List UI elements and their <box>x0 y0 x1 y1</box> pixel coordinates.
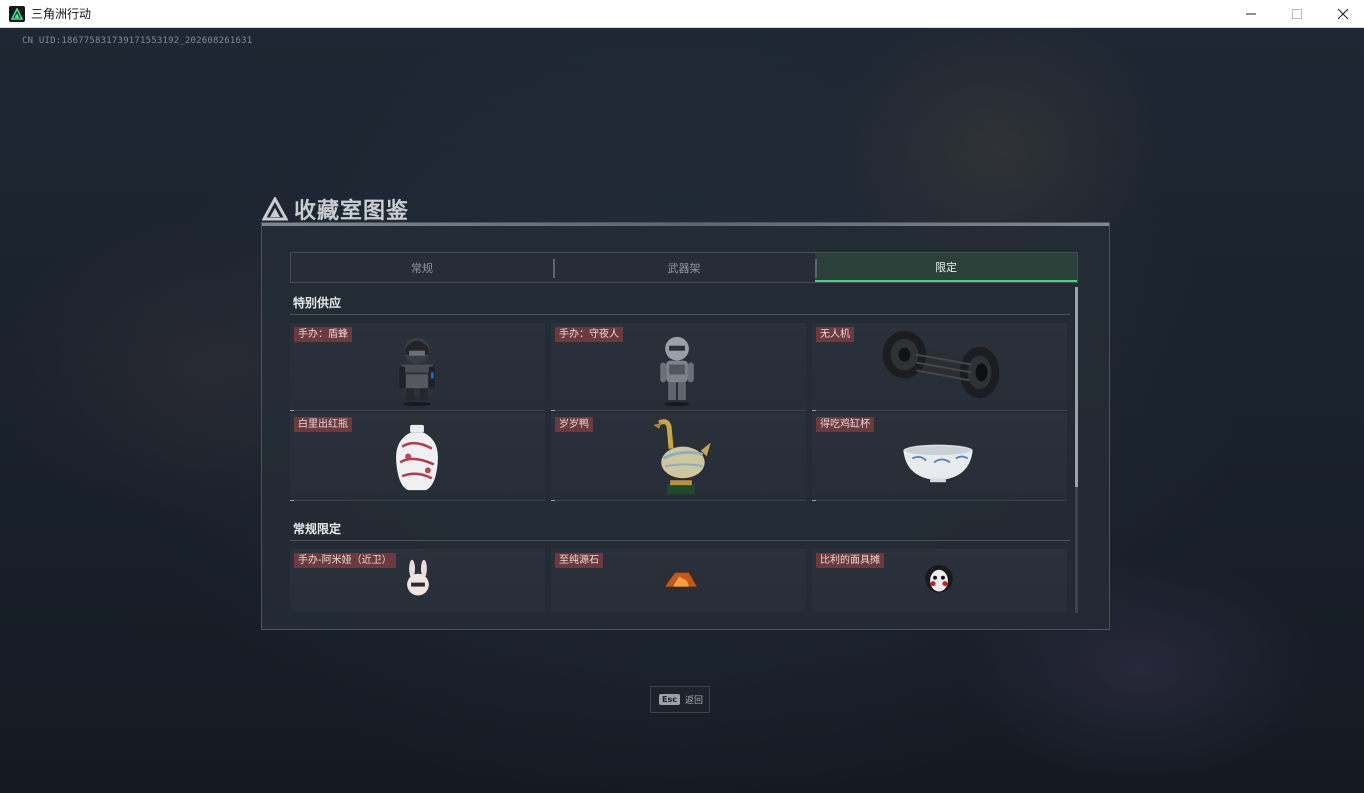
collection-card[interactable]: 至纯源石 <box>551 549 806 612</box>
item-label: 比利的面具摊 <box>816 553 884 568</box>
collection-card[interactable]: 手办：守夜人 <box>551 323 806 411</box>
maximize-button[interactable] <box>1274 0 1320 28</box>
item-label: 岁岁鸭 <box>555 417 593 432</box>
item-grid: 手办-阿米娅（近卫） 至纯源石 比利的面具摊 <box>290 549 1078 612</box>
item-label: 手办：守夜人 <box>555 327 623 342</box>
uid-text: CN UID:18677583173917155319​2_2026082616… <box>22 36 253 46</box>
section-title: 常规限定 <box>293 522 342 536</box>
game-viewport: CN UID:18677583173917155319​2_2026082616… <box>0 28 1364 793</box>
item-label: 得吃鸡缸杯 <box>816 417 874 432</box>
scrollbar-thumb[interactable] <box>1075 287 1078 487</box>
collection-card[interactable]: 无人机 <box>812 323 1067 411</box>
collection-card[interactable]: 得吃鸡缸杯 <box>812 413 1067 501</box>
esc-key-badge: Esc <box>659 694 680 705</box>
collection-card[interactable]: 比利的面具摊 <box>812 549 1067 612</box>
tab-regular[interactable]: 常规 <box>291 253 553 282</box>
minimize-button[interactable] <box>1228 0 1274 28</box>
item-grid: 手办：盾蜂 手办：守夜人 无人机 白里出红瓶 岁岁鸭 得吃鸡缸杯 <box>290 323 1078 501</box>
back-label: 返回 <box>684 696 703 706</box>
item-label: 至纯源石 <box>555 553 603 568</box>
tab-limited[interactable]: 限定 <box>815 253 1077 282</box>
item-label: 手办：盾蜂 <box>294 327 352 342</box>
maximize-icon <box>1292 9 1302 19</box>
close-button[interactable] <box>1320 0 1364 28</box>
collection-list[interactable]: 特别供应 手办：盾蜂 手办：守夜人 无人机 白里出红瓶 岁岁鸭 得吃鸡缸杯 常规… <box>290 289 1078 612</box>
delta-triangle-icon <box>262 197 288 221</box>
item-label: 白里出红瓶 <box>294 417 352 432</box>
window-titlebar: 三角洲行动 <box>0 0 1364 28</box>
close-icon <box>1337 8 1349 20</box>
tab-bar: 常规 武器架 限定 <box>290 252 1078 283</box>
item-label: 无人机 <box>816 327 854 342</box>
panel-top-border <box>262 223 1109 226</box>
delta-logo-icon <box>9 6 25 22</box>
tab-weapon-rack[interactable]: 武器架 <box>553 253 815 282</box>
panel-title: 收藏室图鉴 <box>294 199 410 224</box>
collection-card[interactable]: 岁岁鸭 <box>551 413 806 501</box>
collection-card[interactable]: 手办：盾蜂 <box>290 323 545 411</box>
collection-card[interactable]: 白里出红瓶 <box>290 413 545 501</box>
item-label: 手办-阿米娅（近卫） <box>294 553 396 568</box>
list-scrollbar[interactable] <box>1075 287 1078 613</box>
collection-card[interactable]: 手办-阿米娅（近卫） <box>290 549 545 612</box>
section-header: 常规限定 <box>290 515 1070 541</box>
section-title: 特别供应 <box>293 296 342 310</box>
window-title: 三角洲行动 <box>31 7 92 21</box>
minimize-icon <box>1246 13 1256 15</box>
back-button[interactable]: Esc 返回 <box>650 686 710 713</box>
section-header: 特别供应 <box>290 289 1070 315</box>
collection-panel: 常规 武器架 限定 特别供应 手办：盾蜂 手办：守夜人 无人机 白里出红瓶 岁岁… <box>261 222 1110 630</box>
panel-header: 收藏室图鉴 <box>262 194 409 224</box>
